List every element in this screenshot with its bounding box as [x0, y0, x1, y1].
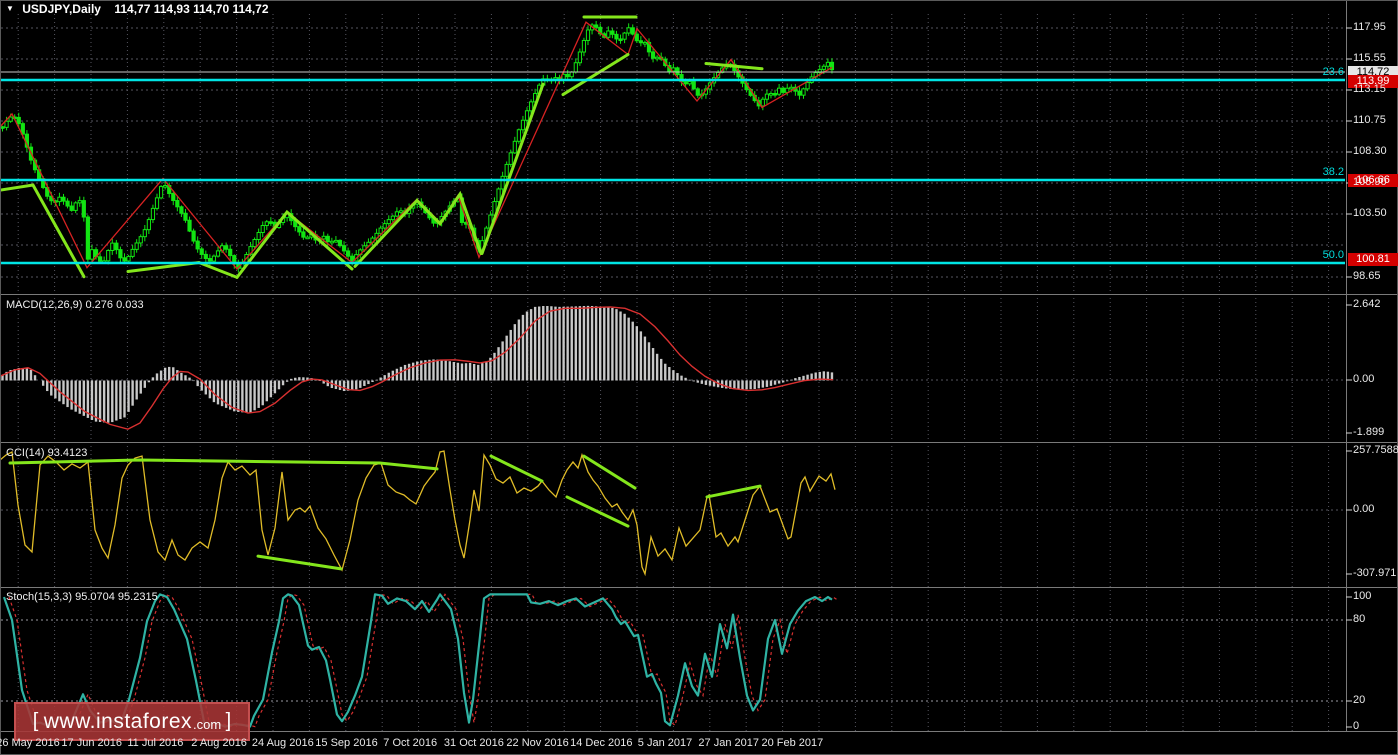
date-label-5[interactable]: 15 Sep 2016 [315, 737, 377, 749]
macd-axis-label--1.899[interactable]: -1.899 [1353, 426, 1384, 438]
fib-236-label[interactable]: 23.6 [1304, 66, 1344, 78]
date-label-7[interactable]: 31 Oct 2016 [444, 737, 504, 749]
chart-canvas[interactable] [0, 0, 1398, 755]
fib-500-price-badge: 100.81 [1348, 253, 1398, 266]
price-axis-label-105.90[interactable]: 105.90 [1353, 176, 1387, 188]
date-label-8[interactable]: 22 Nov 2016 [506, 737, 568, 749]
date-label-9[interactable]: 14 Dec 2016 [570, 737, 632, 749]
symbol-dropdown-icon[interactable]: ▼ [6, 4, 14, 13]
watermark-com: .com [193, 717, 221, 732]
date-label-1[interactable]: 17 Jun 2016 [61, 737, 122, 749]
date-label-11[interactable]: 27 Jan 2017 [698, 737, 759, 749]
price-axis-label-98.65[interactable]: 98.65 [1353, 270, 1381, 282]
price-axis-label-113.15[interactable]: 113.15 [1353, 83, 1386, 95]
date-label-12[interactable]: 20 Feb 2017 [762, 737, 824, 749]
cci-trend-line-2 [491, 456, 542, 481]
date-label-0[interactable]: 26 May 2016 [0, 737, 60, 749]
cci-axis-label-0.00[interactable]: 0.00 [1353, 503, 1374, 515]
macd-indicator-label: MACD(12,26,9) 0.276 0.033 [6, 299, 144, 311]
panel-frame [0, 0, 1398, 755]
chart-title: ▼ USDJPY,Daily 114,77 114,93 114,70 114,… [6, 2, 269, 16]
symbol-period-label: USDJPY,Daily [22, 2, 101, 16]
cci-trend-line-4 [567, 497, 628, 526]
macd-panel [0, 306, 833, 429]
price-axis-label-110.75[interactable]: 110.75 [1353, 114, 1386, 126]
macd-axis-label-2.642[interactable]: 2.642 [1353, 298, 1381, 310]
watermark-text: www.instaforex [44, 710, 192, 734]
stoch-axis-label-20[interactable]: 20 [1353, 694, 1365, 706]
fib-500-label[interactable]: 50.0 [1304, 249, 1344, 261]
watermark-close-bracket: ] [226, 710, 232, 733]
macd-axis-label-0.00[interactable]: 0.00 [1353, 373, 1374, 385]
cci-line [0, 451, 835, 574]
fib-382-label[interactable]: 38.2 [1304, 166, 1344, 178]
date-label-4[interactable]: 24 Aug 2016 [252, 737, 314, 749]
price-axis-label-117.95[interactable]: 117.95 [1353, 21, 1386, 33]
stoch-axis-label-0[interactable]: 0 [1353, 720, 1359, 732]
trend-line-1 [128, 262, 237, 277]
cci-panel [0, 451, 835, 574]
trend-line-4 [482, 84, 543, 253]
date-label-10[interactable]: 5 Jan 2017 [638, 737, 692, 749]
cci-trend-line-5 [707, 486, 760, 497]
cci-axis-label-257.7588[interactable]: 257.7588 [1353, 444, 1398, 456]
price-axis-label-108.30[interactable]: 108.30 [1353, 145, 1387, 157]
cci-trend-line-1 [258, 556, 341, 569]
price-axis-label-103.50[interactable]: 103.50 [1353, 207, 1387, 219]
cci-indicator-label: CCI(14) 93.4123 [6, 447, 87, 459]
price-axis-label-115.55[interactable]: 115.55 [1353, 52, 1386, 64]
ohlc-readout: 114,77 114,93 114,70 114,72 [114, 2, 268, 16]
date-label-2[interactable]: 11 Jul 2016 [127, 737, 183, 749]
stoch-axis-label-100[interactable]: 100 [1353, 590, 1371, 602]
watermark-open-bracket: [ [33, 710, 39, 733]
stoch-indicator-label: Stoch(15,3,3) 95.0704 95.2315 [6, 591, 158, 603]
date-label-6[interactable]: 7 Oct 2016 [383, 737, 437, 749]
cci-axis-label--307.971[interactable]: -307.971 [1353, 567, 1396, 579]
date-label-3[interactable]: 2 Aug 2016 [191, 737, 247, 749]
stoch-axis-label-80[interactable]: 80 [1353, 613, 1365, 625]
instaforex-watermark: [ www.instaforex.com ] [14, 702, 250, 741]
cci-trend-line-3 [584, 456, 635, 488]
mt4-chart-window: ▼ USDJPY,Daily 114,77 114,93 114,70 114,… [0, 0, 1398, 755]
